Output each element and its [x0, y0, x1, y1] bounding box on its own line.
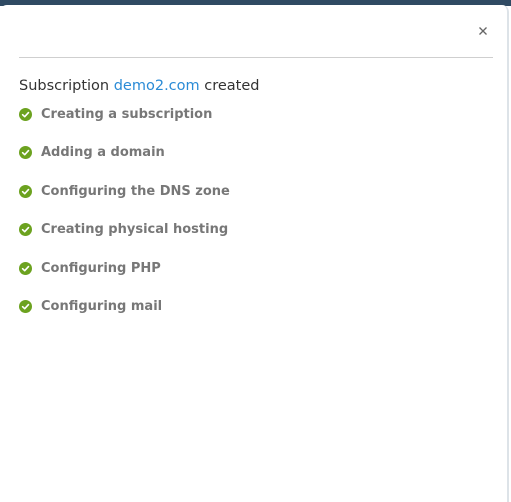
step-label: Configuring mail: [41, 298, 163, 314]
close-button[interactable]: [474, 22, 492, 40]
title-prefix: Subscription: [19, 78, 110, 94]
check-circle-icon: [19, 108, 32, 121]
header-divider: [19, 57, 493, 58]
dialog-title: Subscription demo2.com created: [19, 76, 260, 96]
check-circle-icon: [19, 184, 32, 198]
check-circle-icon: [19, 299, 32, 313]
check-circle-icon: [19, 261, 32, 275]
step-label: Configuring PHP: [41, 260, 161, 276]
step-label: Configuring the DNS zone: [41, 183, 230, 199]
check-circle-icon: [19, 223, 32, 237]
step-label: Creating a subscription: [41, 107, 213, 122]
step-label: Creating physical hosting: [41, 222, 229, 238]
domain-link[interactable]: demo2.com: [114, 78, 200, 94]
close-icon[interactable]: [474, 22, 492, 40]
step-label: Adding a domain: [41, 145, 165, 161]
subscription-status-dialog: Subscription demo2.com created Creating …: [0, 5, 509, 502]
check-circle-icon: [19, 146, 32, 160]
title-suffix: created: [204, 78, 260, 94]
